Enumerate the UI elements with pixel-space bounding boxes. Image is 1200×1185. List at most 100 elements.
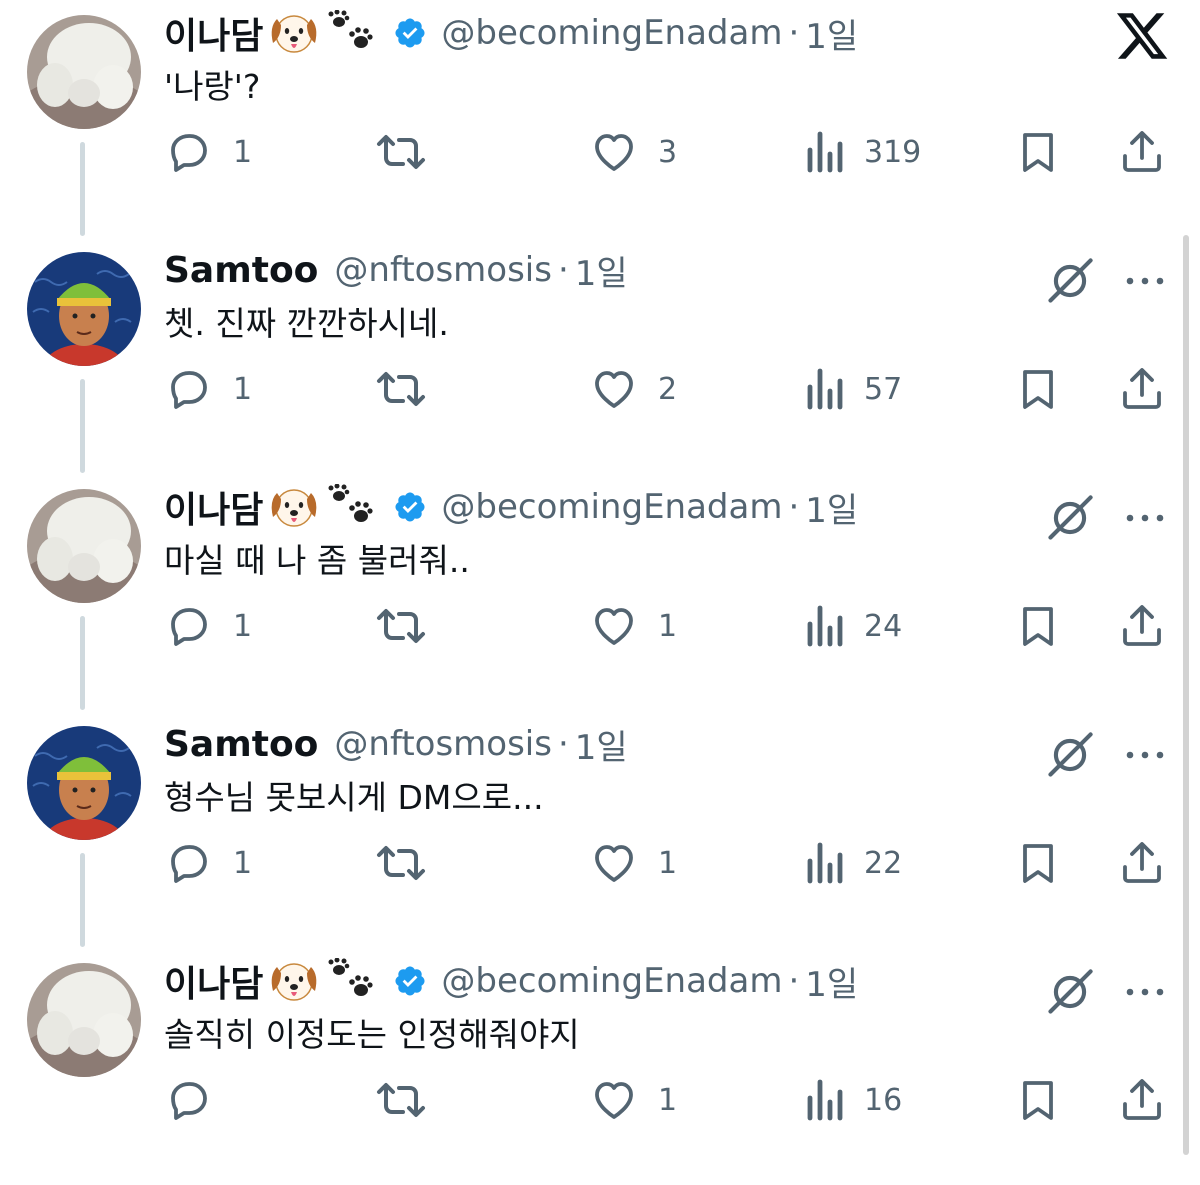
bookmark-button[interactable]: [1014, 1070, 1062, 1130]
timestamp[interactable]: 1일: [805, 9, 858, 58]
reply-button[interactable]: 1: [165, 596, 252, 656]
scrollbar[interactable]: [1183, 235, 1189, 1155]
like-count: 3: [658, 134, 678, 170]
share-button[interactable]: [1118, 359, 1166, 419]
timestamp[interactable]: 1일: [805, 957, 858, 1006]
share-button[interactable]: [1118, 833, 1166, 893]
verified-badge-icon: [393, 490, 427, 524]
views-button[interactable]: 24: [804, 596, 902, 656]
tweet[interactable]: 이나담: [0, 474, 1200, 711]
verified-badge-icon: [393, 964, 427, 998]
like-button[interactable]: 1: [590, 1070, 677, 1130]
like-count: 2: [658, 371, 678, 407]
more-options-icon[interactable]: [1124, 255, 1166, 307]
repost-button[interactable]: [373, 833, 429, 893]
repost-button[interactable]: [373, 1070, 429, 1130]
like-button[interactable]: 1: [590, 833, 677, 893]
views-button[interactable]: 319: [804, 122, 921, 182]
reply-button[interactable]: 1: [165, 833, 252, 893]
timestamp[interactable]: 1일: [575, 720, 628, 769]
share-icon: [1123, 368, 1161, 409]
separator-dot: ·: [788, 961, 800, 1001]
views-button[interactable]: 57: [804, 359, 902, 419]
separator-dot: ·: [557, 250, 569, 290]
like-button[interactable]: 3: [590, 122, 677, 182]
more-options-icon[interactable]: [1124, 966, 1166, 1018]
tweet[interactable]: Samtoo @nftosmosis · 1일 쳇. 진짜 깐깐하시네. 1 2…: [0, 237, 1200, 474]
share-icon: [1123, 1079, 1161, 1120]
bookmark-button[interactable]: [1014, 359, 1062, 419]
author-handle[interactable]: @nftosmosis: [334, 724, 552, 764]
thread-line: [80, 616, 85, 710]
tweet[interactable]: 이나담: [0, 0, 1200, 237]
dog-face-icon: [267, 959, 321, 1003]
grok-icon[interactable]: [1044, 729, 1096, 781]
x-logo-icon[interactable]: [1112, 8, 1172, 64]
grok-icon[interactable]: [1044, 966, 1096, 1018]
share-button[interactable]: [1118, 122, 1166, 182]
like-count: 1: [658, 608, 678, 644]
bookmark-button[interactable]: [1014, 833, 1062, 893]
repost-icon: [377, 609, 425, 643]
avatar[interactable]: [27, 726, 141, 840]
heart-icon: [595, 608, 633, 645]
reply-icon: [171, 845, 207, 883]
like-count: 1: [658, 1082, 678, 1118]
avatar[interactable]: [27, 489, 141, 603]
like-button[interactable]: 1: [590, 596, 677, 656]
grok-icon[interactable]: [1044, 255, 1096, 307]
repost-button[interactable]: [373, 122, 429, 182]
views-icon: [807, 368, 843, 410]
bookmark-button[interactable]: [1014, 596, 1062, 656]
view-count: 24: [864, 608, 903, 644]
avatar[interactable]: [27, 252, 141, 366]
tweet[interactable]: 이나담: [0, 948, 1200, 1185]
bookmark-button[interactable]: [1014, 122, 1062, 182]
author-handle[interactable]: @nftosmosis: [334, 250, 552, 290]
paw-prints-icon: [325, 958, 377, 1004]
share-button[interactable]: [1118, 596, 1166, 656]
author-handle[interactable]: @becomingEnadam: [441, 13, 782, 53]
author-name[interactable]: 이나담: [164, 481, 263, 533]
heart-icon: [595, 1082, 633, 1119]
grok-icon[interactable]: [1044, 492, 1096, 544]
timestamp[interactable]: 1일: [575, 246, 628, 295]
author-name[interactable]: Samtoo: [164, 724, 318, 765]
views-button[interactable]: 16: [804, 1070, 902, 1130]
like-button[interactable]: 2: [590, 359, 677, 419]
tweet[interactable]: Samtoo @nftosmosis · 1일 형수님 못보시게 DM으로...…: [0, 711, 1200, 948]
more-options-icon[interactable]: [1124, 492, 1166, 544]
author-handle[interactable]: @becomingEnadam: [441, 487, 782, 527]
repost-icon: [377, 846, 425, 880]
separator-dot: ·: [557, 724, 569, 764]
avatar[interactable]: [27, 15, 141, 129]
share-icon: [1123, 605, 1161, 646]
avatar[interactable]: [27, 963, 141, 1077]
repost-icon: [377, 372, 425, 406]
tweet-text: '나랑'?: [164, 67, 261, 106]
repost-button[interactable]: [373, 359, 429, 419]
bookmark-icon: [1023, 133, 1053, 172]
timestamp[interactable]: 1일: [805, 483, 858, 532]
verified-badge-icon: [393, 16, 427, 50]
more-options-icon[interactable]: [1124, 729, 1166, 781]
view-count: 16: [864, 1082, 903, 1118]
reply-button[interactable]: 1: [165, 359, 252, 419]
author-name[interactable]: 이나담: [164, 7, 263, 59]
tweet-text: 마실 때 나 좀 불러줘..: [164, 541, 470, 580]
reply-icon: [171, 608, 207, 646]
reply-button[interactable]: [165, 1070, 233, 1130]
views-button[interactable]: 22: [804, 833, 902, 893]
view-count: 57: [864, 371, 903, 407]
paw-prints-icon: [325, 484, 377, 530]
author-name[interactable]: Samtoo: [164, 250, 318, 291]
views-icon: [807, 605, 843, 647]
repost-button[interactable]: [373, 596, 429, 656]
share-button[interactable]: [1118, 1070, 1166, 1130]
share-icon: [1123, 131, 1161, 172]
author-name[interactable]: 이나담: [164, 955, 263, 1007]
bookmark-icon: [1023, 607, 1053, 646]
reply-count: 1: [233, 371, 253, 407]
reply-button[interactable]: 1: [165, 122, 252, 182]
author-handle[interactable]: @becomingEnadam: [441, 961, 782, 1001]
